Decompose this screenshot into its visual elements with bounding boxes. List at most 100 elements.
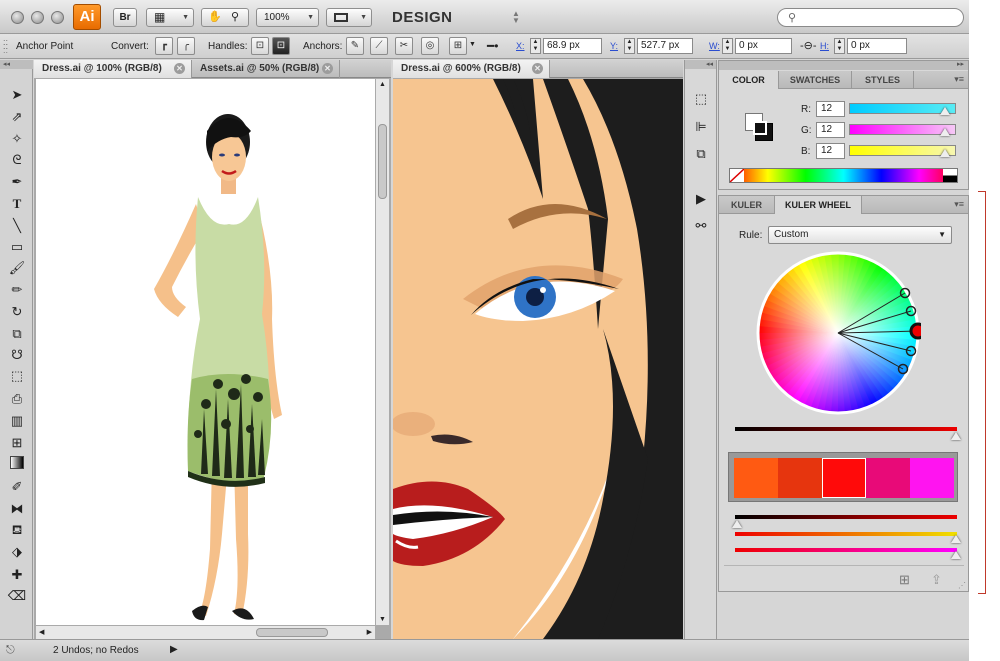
tab-assets-50[interactable]: Assets.ai @ 50% (RGB/8) ✕ — [192, 60, 340, 78]
b-slider-thumb[interactable] — [940, 149, 950, 157]
line-tool-icon[interactable]: ╲ — [7, 217, 27, 235]
g-field[interactable]: 12 — [816, 122, 845, 138]
hue-slider-thumb[interactable] — [732, 520, 742, 528]
symbol-sprayer-tool-icon[interactable]: ⎙ — [7, 390, 27, 408]
scroll-down-icon[interactable]: ▼ — [379, 616, 386, 623]
live-paint-tool-icon[interactable]: ⛾ — [7, 521, 27, 539]
align-dropdown-icon[interactable]: ▼ — [469, 41, 476, 48]
type-tool-icon[interactable]: T — [7, 195, 27, 213]
none-color-icon[interactable] — [729, 168, 745, 183]
status-menu-icon[interactable]: ⎋ — [6, 644, 15, 657]
transform-panel-icon[interactable]: ⬚ — [692, 90, 710, 108]
b-field[interactable]: 12 — [816, 143, 845, 159]
scroll-left-icon[interactable]: ◀ — [39, 628, 44, 636]
add-to-swatches-icon[interactable]: ⊞ — [899, 572, 910, 588]
align-panel-icon[interactable]: ⊫ — [692, 118, 710, 136]
brightness-slider[interactable] — [735, 427, 957, 431]
eyedropper-tool-icon[interactable]: ✐ — [7, 478, 27, 496]
status-arrow-icon[interactable]: ▶ — [170, 644, 178, 655]
base-color-handle[interactable] — [909, 322, 921, 340]
workspace-arrows-icon[interactable]: ▲ ▼ — [512, 10, 520, 25]
arrange-documents-button[interactable]: ▦ — [146, 8, 194, 27]
rectangle-tool-icon[interactable]: ▭ — [7, 238, 27, 256]
paintbrush-tool-icon[interactable]: 🖌 — [7, 259, 27, 277]
value-slider-thumb[interactable] — [951, 551, 961, 559]
saturation-slider[interactable] — [735, 532, 957, 536]
value-slider[interactable] — [735, 548, 957, 552]
vertical-scroll-thumb[interactable] — [378, 124, 387, 199]
canvas-dress-100[interactable] — [36, 79, 375, 625]
tab-dress-600[interactable]: Dress.ai @ 600% (RGB/8) ✕ — [393, 60, 550, 78]
actions-panel-icon[interactable]: ▶ — [692, 190, 710, 208]
h-field[interactable]: 0 px — [847, 38, 907, 54]
collapse-tools-icon[interactable]: ◂◂ — [0, 60, 33, 69]
vertical-scrollbar[interactable]: ▲ ▼ — [375, 79, 389, 625]
panel-menu-icon[interactable]: ▾≡ — [954, 199, 964, 210]
graph-tool-icon[interactable]: ▥ — [7, 412, 27, 430]
pen-tool-icon[interactable]: ✒ — [7, 173, 27, 191]
brightness-slider-thumb[interactable] — [951, 432, 961, 440]
tab-kuler-wheel[interactable]: KULER WHEEL — [775, 196, 862, 214]
close-tab-icon[interactable]: ✕ — [322, 63, 333, 74]
tab-kuler[interactable]: KULER — [719, 196, 775, 214]
tab-styles[interactable]: STYLES — [852, 71, 914, 89]
scale-tool-icon[interactable]: ⧉ — [7, 325, 27, 343]
direct-selection-tool-icon[interactable]: ⇗ — [7, 108, 27, 126]
slice-tool-icon[interactable]: ✚ — [7, 566, 27, 584]
w-field[interactable]: 0 px — [735, 38, 792, 54]
live-paint-selection-tool-icon[interactable]: ⬗ — [7, 543, 27, 561]
zoom-window-button[interactable] — [51, 11, 64, 24]
w-stepper-icon[interactable]: ▲ ▼ — [722, 38, 733, 54]
scroll-up-icon[interactable]: ▲ — [379, 81, 386, 88]
r-slider-thumb[interactable] — [940, 107, 950, 115]
canvas-dress-600[interactable] — [393, 79, 683, 639]
workspace-switcher[interactable]: DESIGN — [392, 9, 453, 26]
pencil-tool-icon[interactable]: ✏ — [7, 281, 27, 299]
mesh-tool-icon[interactable]: ⊞ — [7, 434, 27, 452]
isolate-icon[interactable]: ◎ — [421, 37, 439, 55]
bridge-button[interactable]: Br — [113, 8, 137, 27]
close-tab-icon[interactable]: ✕ — [174, 63, 185, 74]
hide-handles-icon[interactable]: ⊡ — [272, 37, 290, 55]
horizontal-scrollbar[interactable]: ◀ ▶ — [36, 625, 375, 639]
links-panel-icon[interactable]: ⚯ — [692, 217, 710, 235]
panel-menu-icon[interactable]: ▾≡ — [954, 74, 964, 85]
horizontal-scroll-thumb[interactable] — [256, 628, 328, 637]
scroll-right-icon[interactable]: ▶ — [367, 628, 372, 636]
kuler-swatch-selected[interactable] — [822, 458, 866, 498]
screen-mode-button[interactable] — [326, 8, 372, 27]
y-stepper-icon[interactable]: ▲ ▼ — [624, 38, 635, 54]
blend-tool-icon[interactable]: ⧓ — [7, 500, 27, 518]
convert-corner-icon[interactable]: ┏ — [155, 37, 173, 55]
selection-tool-icon[interactable]: ➤ — [7, 86, 27, 104]
warp-tool-icon[interactable]: ☋ — [7, 346, 27, 364]
eraser-tool-icon[interactable]: ⌫ — [7, 587, 27, 605]
black-white-swatch[interactable] — [943, 169, 957, 182]
r-field[interactable]: 12 — [816, 101, 845, 117]
collapse-panel-icon[interactable]: ▸▸ — [957, 60, 964, 68]
convert-smooth-icon[interactable]: ╭ — [177, 37, 195, 55]
tab-dress-100[interactable]: Dress.ai @ 100% (RGB/8) ✕ — [34, 60, 192, 78]
magic-wand-tool-icon[interactable]: ✧ — [7, 130, 27, 148]
upload-kuler-icon[interactable]: ⇪ — [931, 572, 942, 588]
search-field[interactable]: ⚲ — [777, 8, 964, 27]
rotate-tool-icon[interactable]: ↻ — [7, 303, 27, 321]
zoom-level-dropdown[interactable]: 100% — [256, 8, 319, 27]
color-spectrum-bar[interactable] — [729, 168, 958, 183]
resize-grip-icon[interactable]: ⋰ — [958, 581, 966, 590]
color-wheel[interactable] — [755, 250, 921, 416]
align-icon[interactable]: ⊞ — [449, 37, 467, 55]
show-handles-icon[interactable]: ⊡ — [251, 37, 269, 55]
x-field[interactable]: 68.9 px — [543, 38, 602, 54]
pathfinder-panel-icon[interactable]: ⧉ — [692, 145, 710, 163]
kuler-swatch[interactable] — [910, 458, 954, 498]
g-slider-thumb[interactable] — [940, 128, 950, 136]
lasso-tool-icon[interactable]: ᘓ — [7, 151, 27, 169]
minimize-window-button[interactable] — [31, 11, 44, 24]
expand-dock-icon[interactable]: ◂◂ — [685, 60, 716, 69]
remove-anchor-icon[interactable]: ✎ — [346, 37, 364, 55]
connect-anchor-icon[interactable]: ⟋ — [370, 37, 388, 55]
hand-zoom-buttons[interactable]: ✋ ⚲ — [201, 8, 249, 27]
hue-slider[interactable] — [735, 515, 957, 519]
kuler-swatch[interactable] — [778, 458, 822, 498]
